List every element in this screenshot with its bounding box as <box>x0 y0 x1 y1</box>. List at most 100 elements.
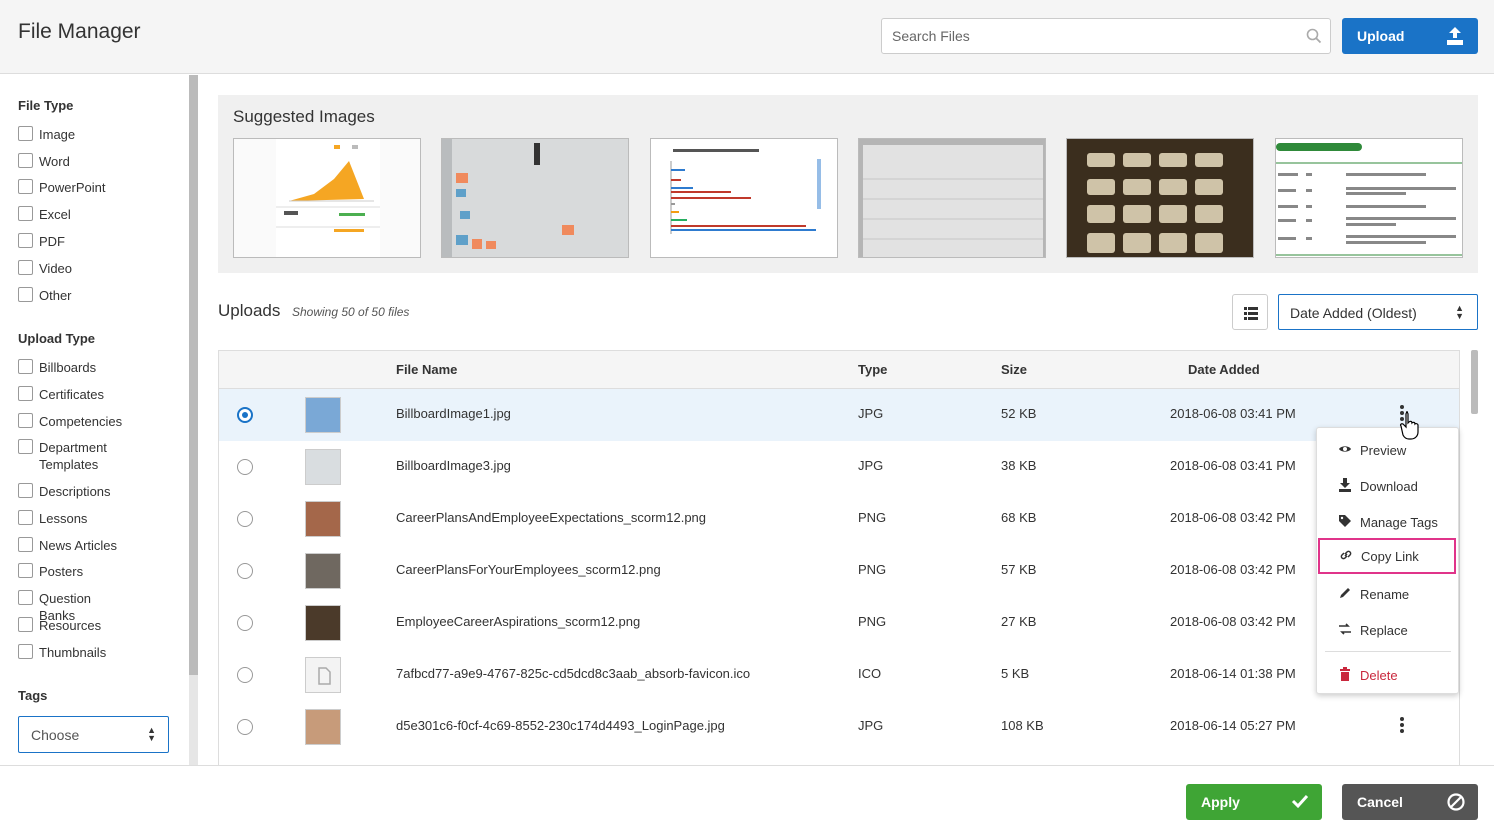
suggested-image-bar-chart[interactable] <box>650 138 838 258</box>
checkbox[interactable] <box>18 206 33 221</box>
checkbox[interactable] <box>18 617 33 632</box>
checkbox[interactable] <box>18 153 33 168</box>
checkbox[interactable] <box>18 287 33 302</box>
checkbox[interactable] <box>18 179 33 194</box>
filter-certificates[interactable]: Certificates <box>18 386 129 403</box>
tags-select[interactable]: Choose ▲ ▼ <box>18 716 169 753</box>
filter-label: News Articles <box>39 538 118 553</box>
filter-billboards[interactable]: Billboards <box>18 359 129 376</box>
table-row[interactable]: BillboardImage3.jpg JPG 38 KB 2018-06-08… <box>219 441 1459 493</box>
menu-item-download[interactable]: Download <box>1317 468 1458 504</box>
uploads-title: Uploads <box>218 301 281 320</box>
list-view-icon <box>1244 307 1258 320</box>
filter-powerpoint[interactable]: PowerPoint <box>18 179 129 196</box>
filter-descriptions[interactable]: Descriptions <box>18 483 129 500</box>
row-radio[interactable] <box>237 563 253 579</box>
search-box[interactable] <box>881 18 1331 54</box>
checkbox[interactable] <box>18 563 33 578</box>
filter-image[interactable]: Image <box>18 126 129 143</box>
column-size[interactable]: Size <box>1001 362 1027 377</box>
search-icon[interactable] <box>1306 28 1322 44</box>
search-input[interactable] <box>882 19 1282 53</box>
row-radio[interactable] <box>237 719 253 735</box>
checkbox[interactable] <box>18 483 33 498</box>
file-date: 2018-06-08 03:42 PM <box>1170 614 1296 629</box>
table-row[interactable]: EmployeeCareerAspirations_scorm12.png PN… <box>219 597 1459 649</box>
table-row[interactable]: BillboardImage1.jpg JPG 52 KB 2018-06-08… <box>219 389 1459 441</box>
upload-button[interactable]: Upload <box>1342 18 1478 54</box>
select-arrows-icon: ▲ ▼ <box>1455 303 1464 321</box>
filter-excel[interactable]: Excel <box>18 206 129 223</box>
checkbox[interactable] <box>18 260 33 275</box>
filter-competencies[interactable]: Competencies <box>18 413 129 430</box>
filter-label: Other <box>39 288 72 303</box>
checkbox[interactable] <box>18 537 33 552</box>
file-size: 27 KB <box>1001 614 1037 629</box>
menu-item-preview[interactable]: Preview <box>1317 432 1458 468</box>
menu-item-copy-link[interactable]: Copy Link <box>1318 538 1456 574</box>
suggested-image-whiteboard[interactable] <box>441 138 629 258</box>
table-row[interactable]: d5e301c6-f0cf-4c69-8552-230c174d4493_Log… <box>219 701 1459 753</box>
table-row[interactable]: CareerPlansAndEmployeeExpectations_scorm… <box>219 493 1459 545</box>
eye-icon <box>1339 446 1351 452</box>
checkbox[interactable] <box>18 413 33 428</box>
suggested-image-chart-dashboard[interactable] <box>233 138 421 258</box>
sort-select-value: Date Added (Oldest) <box>1290 305 1417 321</box>
suggested-image-result-table[interactable] <box>1275 138 1463 258</box>
menu-item-rename[interactable]: Rename <box>1317 576 1458 612</box>
filter-department-templates[interactable]: Department Templates <box>18 439 129 473</box>
filter-video[interactable]: Video <box>18 260 129 277</box>
checkbox[interactable] <box>18 126 33 141</box>
row-radio[interactable] <box>237 667 253 683</box>
filter-resources[interactable]: Resources <box>18 617 129 634</box>
filter-lessons[interactable]: Lessons <box>18 510 129 527</box>
table-row[interactable]: 7afbcd77-a9e9-4767-825c-cd5dcd8c3aab_abs… <box>219 649 1459 701</box>
filter-other[interactable]: Other <box>18 287 129 304</box>
menu-item-delete[interactable]: Delete <box>1317 657 1458 693</box>
select-arrows-icon: ▲ ▼ <box>147 725 156 743</box>
apply-button-label: Apply <box>1201 794 1240 810</box>
row-radio[interactable] <box>237 459 253 475</box>
menu-item-replace[interactable]: Replace <box>1317 612 1458 648</box>
header: File Manager Upload <box>0 0 1494 74</box>
checkbox[interactable] <box>18 590 33 605</box>
suggested-image-lined-paper[interactable] <box>858 138 1046 258</box>
download-icon <box>1339 478 1351 492</box>
row-radio[interactable] <box>237 407 253 423</box>
filter-label: PowerPoint <box>39 180 106 195</box>
checkbox[interactable] <box>18 233 33 248</box>
row-radio[interactable] <box>237 615 253 631</box>
column-type[interactable]: Type <box>858 362 887 377</box>
sidebar-scrollbar-thumb[interactable] <box>189 75 198 675</box>
table-row[interactable]: CareerPlansForYourEmployees_scorm12.png … <box>219 545 1459 597</box>
table-scrollbar-thumb[interactable] <box>1471 350 1478 414</box>
filter-thumbnails[interactable]: Thumbnails <box>18 644 129 661</box>
hand-cursor-icon <box>1400 411 1419 440</box>
filter-posters[interactable]: Posters <box>18 563 129 580</box>
row-radio[interactable] <box>237 511 253 527</box>
cancel-button[interactable]: Cancel <box>1342 784 1478 820</box>
checkbox[interactable] <box>18 386 33 401</box>
checkbox[interactable] <box>18 359 33 374</box>
menu-item-label: Replace <box>1360 623 1408 638</box>
sort-select[interactable]: Date Added (Oldest) ▲ ▼ <box>1278 294 1478 330</box>
row-actions-icon[interactable] <box>1394 715 1410 739</box>
filter-news-articles[interactable]: News Articles <box>18 537 129 554</box>
checkbox[interactable] <box>18 510 33 525</box>
filter-label: Video <box>39 261 73 276</box>
column-date-added[interactable]: Date Added <box>1188 362 1260 377</box>
file-size: 57 KB <box>1001 562 1037 577</box>
file-date: 2018-06-08 03:41 PM <box>1170 458 1296 473</box>
filter-word[interactable]: Word <box>18 153 129 170</box>
table-header: File Name Type Size Date Added <box>219 351 1459 389</box>
checkbox[interactable] <box>18 644 33 659</box>
menu-item-manage-tags[interactable]: Manage Tags <box>1317 504 1458 540</box>
suggested-image-calculator[interactable] <box>1066 138 1254 258</box>
list-view-button[interactable] <box>1232 294 1268 330</box>
filter-pdf[interactable]: PDF <box>18 233 129 250</box>
menu-item-label: Download <box>1360 479 1418 494</box>
column-file-name[interactable]: File Name <box>396 362 457 377</box>
apply-button[interactable]: Apply <box>1186 784 1322 820</box>
files-table: File Name Type Size Date Added Billboard… <box>218 350 1460 765</box>
checkbox[interactable] <box>18 439 33 454</box>
